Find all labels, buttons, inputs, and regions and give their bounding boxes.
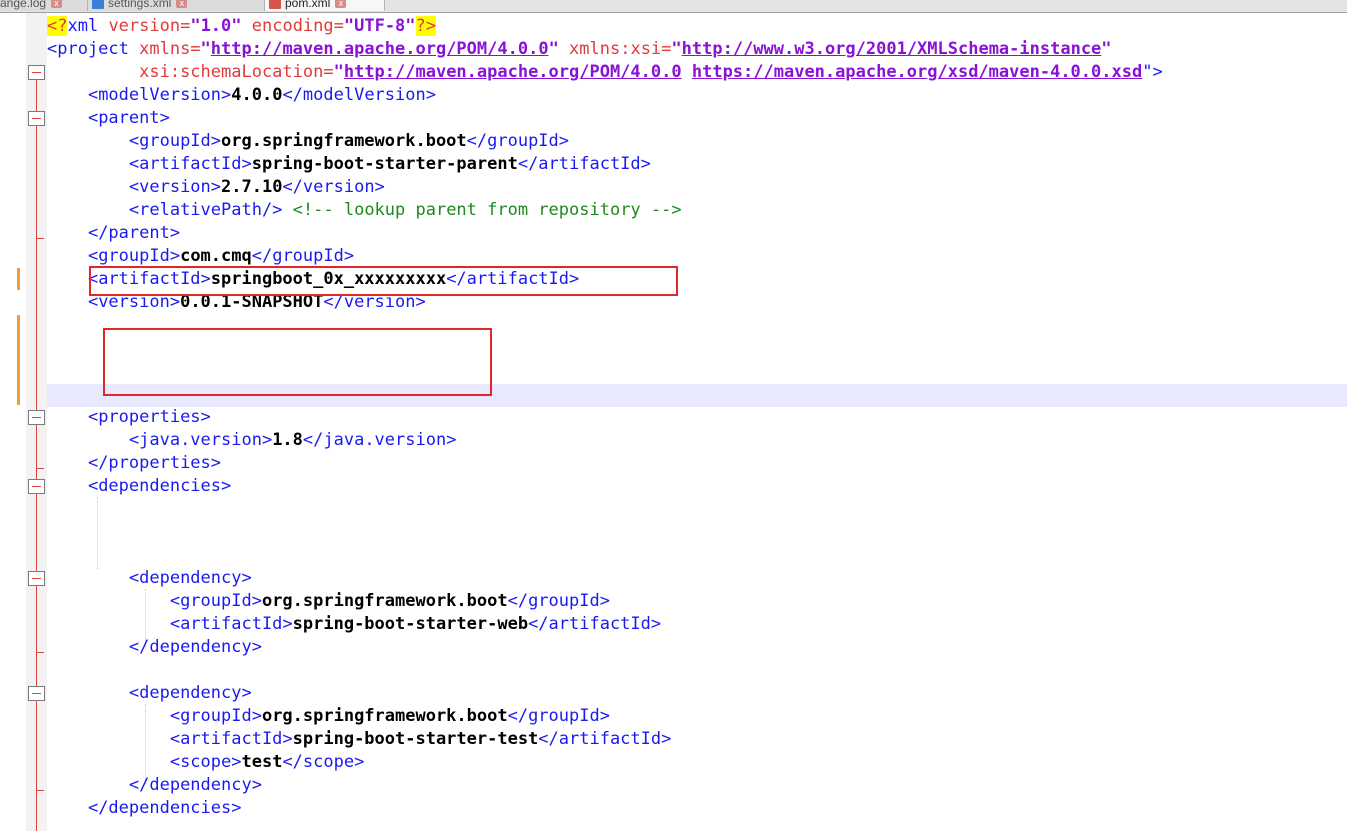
code-line-dependencies-open: <dependencies> bbox=[87, 476, 232, 496]
tab-ange-log[interactable]: ange.log x bbox=[0, 0, 88, 11]
code-line-dependency-1-group: <groupId>org.springframework.boot</group… bbox=[169, 591, 610, 611]
code-line-dependency-2-artifact: <artifactId>spring-boot-starter-test</ar… bbox=[169, 729, 672, 749]
code-line-project-open: <project xmlns="http://maven.apache.org/… bbox=[47, 39, 1112, 59]
code-line-dependency-2-group: <groupId>org.springframework.boot</group… bbox=[169, 706, 610, 726]
schema-link-1[interactable]: http://maven.apache.org/POM/4.0.0 bbox=[344, 62, 682, 82]
code-line-dependency-2-open: <dependency> bbox=[128, 683, 252, 703]
code-line-scope: <scope>test</scope> bbox=[169, 752, 365, 772]
change-history-margin bbox=[0, 13, 26, 831]
close-icon[interactable]: x bbox=[176, 0, 188, 8]
file-icon bbox=[269, 0, 281, 9]
change-marker bbox=[17, 268, 20, 290]
tab-label: settings.xml bbox=[108, 0, 172, 10]
fold-toggle-properties[interactable] bbox=[28, 410, 45, 425]
fold-end-marker bbox=[36, 652, 44, 653]
editor-text-area[interactable]: <?xml version="1.0" encoding="UTF-8"?> <… bbox=[47, 13, 1347, 831]
code-line-group-id: <groupId>com.cmq</groupId> bbox=[87, 246, 355, 266]
code-line-dependency-1-artifact: <artifactId>spring-boot-starter-web</art… bbox=[169, 614, 662, 634]
fold-end-marker bbox=[36, 238, 44, 239]
tab-bar: ange.log x settings.xml x pom.xml x bbox=[0, 0, 1347, 13]
code-line-java-version: <java.version>1.8</java.version> bbox=[128, 430, 457, 450]
code-line-xml-declaration: <?xml version="1.0" encoding="UTF-8"?> bbox=[47, 16, 437, 36]
code-line-dependencies-close: </dependencies> bbox=[87, 798, 242, 818]
tab-settings-xml[interactable]: settings.xml x bbox=[88, 0, 265, 11]
fold-toggle-dependency-2[interactable] bbox=[28, 686, 45, 701]
code-line-parent-group: <groupId>org.springframework.boot</group… bbox=[128, 131, 570, 151]
xmlns-link[interactable]: http://maven.apache.org/POM/4.0.0 bbox=[211, 39, 549, 59]
code-line-dependency-1-open: <dependency> bbox=[128, 568, 252, 588]
file-icon bbox=[92, 0, 104, 9]
code-line-model-version: <modelVersion>4.0.0</modelVersion> bbox=[87, 85, 436, 105]
close-icon[interactable]: x bbox=[335, 0, 347, 8]
code-line-relative-path: <relativePath/> <!-- lookup parent from … bbox=[128, 200, 682, 220]
code-line-schema-location: xsi:schemaLocation="http://maven.apache.… bbox=[139, 62, 1163, 82]
code-line-parent-close: </parent> bbox=[87, 223, 181, 243]
schema-link-2[interactable]: https://maven.apache.org/xsd/maven-4.0.0… bbox=[692, 62, 1142, 82]
code-line-parent-artifact: <artifactId>spring-boot-starter-parent</… bbox=[128, 154, 651, 174]
fold-toggle-dependencies[interactable] bbox=[28, 479, 45, 494]
code-line-properties-open: <properties> bbox=[87, 407, 211, 427]
fold-line bbox=[36, 78, 37, 831]
fold-toggle-dependency-1[interactable] bbox=[28, 571, 45, 586]
fold-toggle-project[interactable] bbox=[28, 65, 45, 80]
fold-end-marker bbox=[36, 468, 44, 469]
fold-toggle-parent[interactable] bbox=[28, 111, 45, 126]
highlight-box-artifact-id bbox=[89, 266, 678, 296]
highlight-box-empty-area bbox=[103, 328, 492, 396]
code-line-parent-version: <version>2.7.10</version> bbox=[128, 177, 385, 197]
tab-label: ange.log bbox=[0, 0, 47, 10]
code-line-dependency-1-close: </dependency> bbox=[128, 637, 262, 657]
tab-label: pom.xml bbox=[285, 0, 331, 10]
close-icon[interactable]: x bbox=[51, 0, 63, 8]
code-line-properties-close: </properties> bbox=[87, 453, 222, 473]
code-line-dependency-2-close: </dependency> bbox=[128, 775, 262, 795]
xmlns-xsi-link[interactable]: http://www.w3.org/2001/XMLSchema-instanc… bbox=[682, 39, 1102, 59]
code-line-parent-open: <parent> bbox=[87, 108, 170, 128]
change-marker bbox=[17, 315, 20, 405]
fold-end-marker bbox=[36, 790, 44, 791]
tab-pom-xml[interactable]: pom.xml x bbox=[265, 0, 385, 11]
